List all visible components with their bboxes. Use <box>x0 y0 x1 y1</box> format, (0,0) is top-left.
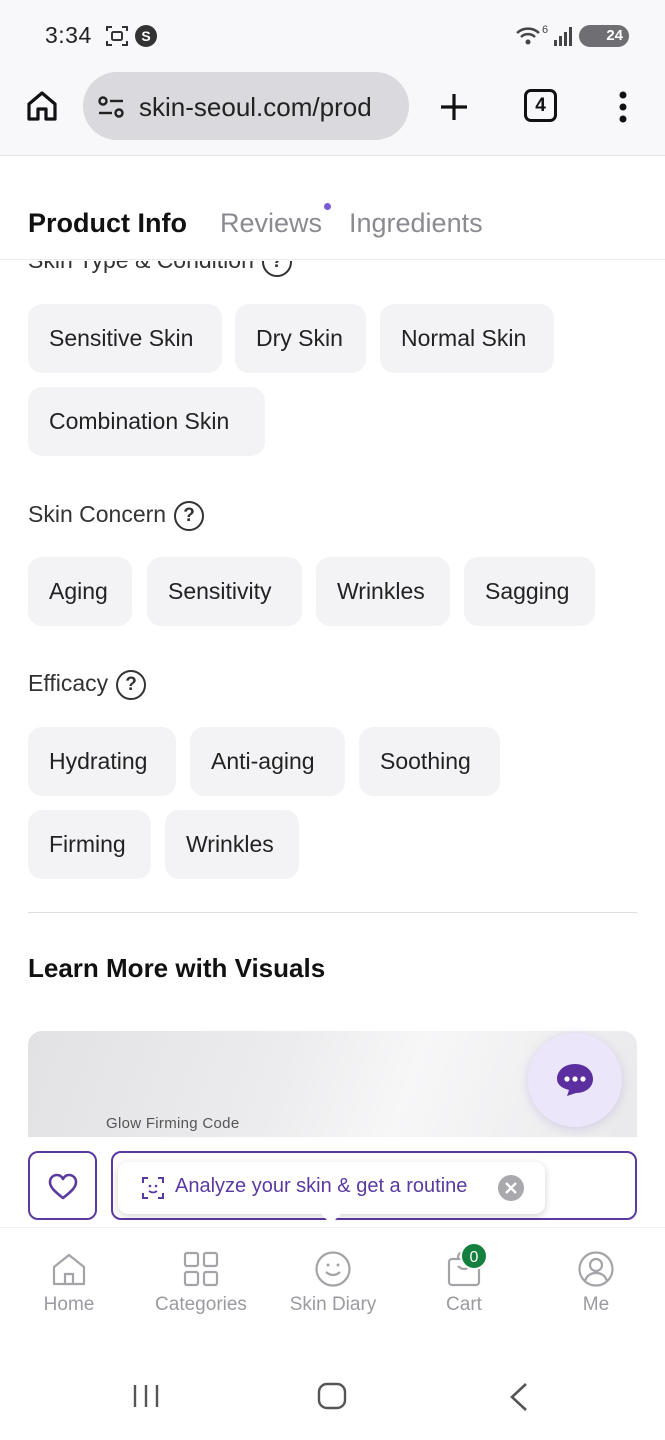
screenshot-icon <box>105 24 129 48</box>
battery-level: 24 <box>606 27 623 44</box>
chip-sagging: Sagging <box>464 557 595 626</box>
help-icon[interactable]: ? <box>116 670 147 700</box>
wishlist-button[interactable] <box>28 1151 97 1220</box>
user-profile-icon <box>578 1251 614 1287</box>
nav-me-label: Me <box>582 1294 610 1315</box>
chip-sensitive-skin: Sensitive Skin <box>28 304 222 373</box>
battery-indicator: 24 <box>579 25 629 47</box>
analyze-skin-tooltip[interactable]: Analyze your skin & get a routine <box>118 1162 545 1224</box>
face-scan-icon <box>141 1176 165 1205</box>
section-divider <box>28 912 637 913</box>
nav-skin-diary[interactable]: Skin Diary <box>273 1250 393 1316</box>
chat-button[interactable] <box>528 1033 622 1127</box>
svg-text:S: S <box>141 28 150 44</box>
home-system-icon[interactable] <box>317 1382 347 1415</box>
visual-caption: Glow Firming Code <box>106 1115 240 1132</box>
nav-categories-label: Categories <box>155 1294 247 1315</box>
chip-soothing: Soothing <box>359 727 500 796</box>
wifi-icon: 6 <box>515 24 549 48</box>
chip-anti-aging: Anti-aging <box>190 727 345 796</box>
smile-face-icon <box>315 1251 351 1287</box>
visuals-title: Learn More with Visuals <box>28 953 326 983</box>
tab-product-info[interactable]: Product Info <box>28 208 187 239</box>
recent-apps-icon[interactable] <box>132 1383 160 1414</box>
nav-home[interactable]: Home <box>9 1250 129 1316</box>
cart-count-badge: 0 <box>460 1242 488 1270</box>
skin-type-title-text: Skin Type & Condition <box>28 261 254 273</box>
new-tab-icon[interactable] <box>438 91 470 128</box>
more-menu-icon[interactable] <box>617 90 629 129</box>
signal-icon <box>552 24 576 48</box>
home-nav-icon <box>52 1253 86 1286</box>
chip-hydrating: Hydrating <box>28 727 176 796</box>
app-notification-icon: S <box>134 24 158 48</box>
tab-switcher-button[interactable]: 4 <box>524 89 557 122</box>
chip-firming: Firming <box>28 810 151 879</box>
product-info-content: Skin Type & Condition? Sensitive Skin Dr… <box>0 261 665 1137</box>
bottom-navigation: Home Categories Skin Diary 0 Cart Me <box>0 1227 665 1347</box>
chip-sensitivity: Sensitivity <box>147 557 302 626</box>
chat-icon <box>555 1062 595 1098</box>
tab-reviews[interactable]: Reviews <box>220 208 322 239</box>
back-icon[interactable] <box>508 1382 530 1417</box>
nav-categories[interactable]: Categories <box>141 1250 261 1316</box>
wifi-label: 6 <box>542 24 548 36</box>
skin-concern-title: Skin Concern? <box>28 501 205 531</box>
skin-type-title: Skin Type & Condition? <box>28 261 292 277</box>
url-text: skin-seoul.com/prod <box>139 92 372 122</box>
status-bar: 3:34 S 6 24 <box>0 0 665 70</box>
nav-me[interactable]: Me <box>536 1250 656 1316</box>
close-icon[interactable] <box>498 1175 524 1201</box>
efficacy-title: Efficacy? <box>28 670 147 700</box>
chip-wrinkles: Wrinkles <box>316 557 450 626</box>
browser-toolbar: skin-seoul.com/prod 4 <box>0 70 665 156</box>
categories-grid-icon <box>183 1251 219 1287</box>
nav-cart[interactable]: 0 Cart <box>404 1242 524 1316</box>
efficacy-title-text: Efficacy <box>28 670 109 697</box>
chip-wrinkles-efficacy: Wrinkles <box>165 810 299 879</box>
analyze-skin-text: Analyze your skin & get a routine <box>175 1175 468 1197</box>
chip-aging: Aging <box>28 557 132 626</box>
chip-normal-skin: Normal Skin <box>380 304 554 373</box>
chip-combination-skin: Combination Skin <box>28 387 265 456</box>
skin-concern-title-text: Skin Concern <box>28 501 167 528</box>
system-navigation-bar <box>0 1347 665 1440</box>
home-icon[interactable] <box>25 89 59 128</box>
tab-ingredients[interactable]: Ingredients <box>349 208 483 239</box>
nav-cart-label: Cart <box>446 1294 482 1315</box>
address-bar[interactable]: skin-seoul.com/prod <box>83 72 409 140</box>
nav-skin-diary-label: Skin Diary <box>289 1294 377 1315</box>
site-settings-icon[interactable] <box>97 94 127 125</box>
status-time: 3:34 <box>45 22 92 48</box>
help-icon[interactable]: ? <box>174 501 205 531</box>
heart-icon <box>48 1173 78 1206</box>
reviews-new-dot <box>324 203 331 210</box>
nav-home-label: Home <box>43 1294 95 1315</box>
help-icon[interactable]: ? <box>261 261 292 277</box>
chip-dry-skin: Dry Skin <box>235 304 366 373</box>
product-tabs: Product Info Reviews Ingredients <box>0 156 665 260</box>
